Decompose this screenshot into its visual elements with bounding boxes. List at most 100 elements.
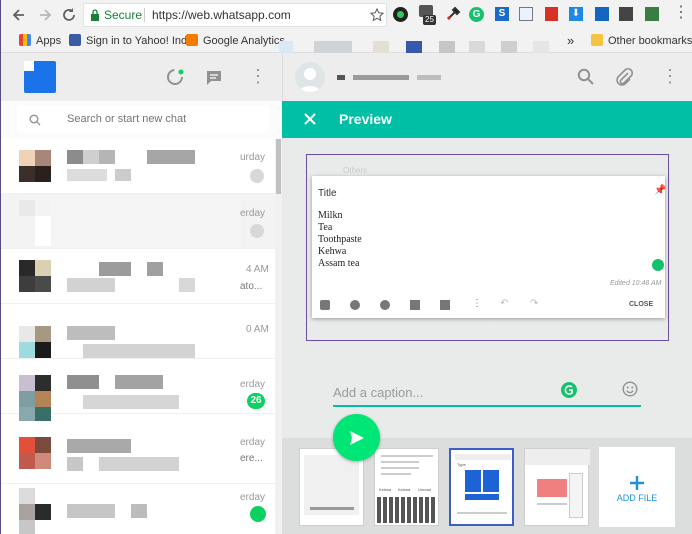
browser-toolbar: Secure https://web.whatsapp.com 25 G S ⬇… <box>1 0 692 31</box>
grammarly-icon[interactable]: G <box>469 7 484 22</box>
left-pane-header: ⋮ <box>1 53 282 101</box>
attachment-thumbnail[interactable]: Type <box>449 448 514 526</box>
bookmarks-bar: Apps Sign in to Yahoo! Ind Google Analyt… <box>1 31 692 53</box>
search-input[interactable] <box>67 110 262 128</box>
new-chat-icon[interactable] <box>205 69 223 92</box>
blurred-contact-name <box>337 75 345 80</box>
search-icon <box>29 113 41 131</box>
emoji-icon[interactable] <box>622 381 638 402</box>
blurred-bookmark <box>373 41 389 53</box>
note-line: Tea <box>318 222 333 233</box>
attachment-thumbnail[interactable]: Kehwa Kehwa Unread <box>374 448 439 526</box>
add-file-button[interactable]: ADD FILE <box>599 447 675 527</box>
eyedropper-icon[interactable] <box>445 6 461 22</box>
chat-list: urday erday 4 AM ato... 0 AM erday 26 er… <box>1 139 275 534</box>
search-area <box>1 101 282 139</box>
list-item[interactable]: urday <box>1 139 275 194</box>
attach-icon[interactable] <box>615 67 634 92</box>
list-item[interactable]: erday <box>1 484 275 534</box>
blurred-bookmark <box>469 41 485 53</box>
add-file-label: ADD FILE <box>616 493 658 503</box>
scrollbar-thumb[interactable] <box>276 139 281 194</box>
undo-icon: ↶ <box>500 298 509 309</box>
grammarly-icon[interactable] <box>561 382 577 398</box>
pin-icon <box>250 224 264 238</box>
list-item[interactable]: 4 AM ato... <box>1 249 275 304</box>
back-arrow-icon[interactable] <box>11 7 27 23</box>
chat-time: 0 AM <box>246 324 269 335</box>
bookmark-yahoo[interactable]: Sign in to Yahoo! Ind <box>69 34 187 47</box>
search-box <box>17 105 269 133</box>
archive-icon <box>440 300 450 310</box>
chat-menu-icon[interactable]: ⋮ <box>661 67 679 85</box>
bookmark-analytics[interactable]: Google Analytics <box>186 34 285 47</box>
address-bar[interactable]: Secure https://web.whatsapp.com <box>83 3 387 27</box>
note-line: Assam tea <box>318 258 360 269</box>
status-icon[interactable] <box>165 67 185 92</box>
extension-dark-icon[interactable] <box>619 7 633 21</box>
scrollbar[interactable] <box>275 139 282 534</box>
chat-preview: ato... <box>240 281 263 292</box>
chrome-menu-icon[interactable]: ⋮ <box>673 5 689 21</box>
list-item[interactable]: erday <box>1 194 275 249</box>
preview-header: Preview <box>282 101 692 138</box>
analytics-icon <box>186 34 198 46</box>
redo-icon: ↷ <box>530 298 539 309</box>
bookmark-apps[interactable]: Apps <box>19 34 61 47</box>
avatar[interactable] <box>24 61 56 93</box>
thumb-label: Kehwa <box>379 487 392 492</box>
more-icon: ⋮ <box>472 298 482 309</box>
grammarly-note-icon <box>652 259 664 271</box>
extension-s-icon[interactable]: S <box>495 7 509 21</box>
collaborator-icon <box>350 300 360 310</box>
close-icon[interactable] <box>303 112 317 131</box>
blurred-bookmark <box>501 41 517 53</box>
chat-time: 4 AM <box>246 264 269 275</box>
url-text: https://web.whatsapp.com <box>152 8 291 22</box>
chat-time: erday <box>240 437 266 448</box>
bookmark-star-icon[interactable] <box>370 8 384 22</box>
contact-avatar[interactable] <box>295 62 325 92</box>
palette-icon <box>380 300 390 310</box>
extension-window-icon[interactable] <box>519 7 533 21</box>
note-line: Kehwa <box>318 246 347 257</box>
extension-blue-icon[interactable] <box>595 7 609 21</box>
attachment-thumbnail[interactable] <box>524 448 590 526</box>
blurred-bookmark <box>533 41 549 53</box>
send-button[interactable] <box>333 414 380 461</box>
download-icon[interactable]: ⬇ <box>569 7 583 21</box>
note-line: Milkn <box>318 210 343 221</box>
blurred-bookmark <box>406 41 422 53</box>
chat-time: erday <box>240 208 266 219</box>
image-preview: Others Title 📌 Milkn Tea Toothpaste Kehw… <box>306 154 669 341</box>
thumb-label: Unread <box>418 487 432 492</box>
extension-icon-1[interactable] <box>393 7 408 22</box>
avatar-corner <box>24 61 34 71</box>
note-edited-time: Edited 10:48 AM <box>610 280 662 287</box>
extension-red-icon[interactable] <box>545 7 558 21</box>
pin-icon <box>250 169 264 183</box>
list-item[interactable]: 0 AM <box>1 304 275 359</box>
menu-icon[interactable]: ⋮ <box>249 67 267 85</box>
note-close-label: CLOSE <box>629 301 654 308</box>
list-item[interactable]: erday ere... <box>1 429 275 484</box>
reload-icon[interactable] <box>61 7 77 23</box>
secure-label: Secure <box>104 8 143 22</box>
online-dot <box>250 506 266 522</box>
list-item[interactable]: erday 26 <box>1 359 275 421</box>
bookmarks-overflow[interactable]: » <box>567 33 574 48</box>
address-separator <box>144 8 145 22</box>
other-bookmarks[interactable]: Other bookmarks <box>591 34 692 47</box>
chat-time: erday <box>240 379 266 390</box>
blurred-bookmark <box>439 41 455 53</box>
caption-input[interactable] <box>333 381 563 403</box>
preview-body: Others Title 📌 Milkn Tea Toothpaste Kehw… <box>282 138 692 438</box>
forward-arrow-icon[interactable] <box>37 7 53 23</box>
extension-green-icon[interactable] <box>645 7 659 21</box>
note-card: Title 📌 Milkn Tea Toothpaste Kehwa Assam… <box>312 176 666 318</box>
conversation-header: ⋮ <box>282 53 692 101</box>
unread-badge: 26 <box>247 393 265 409</box>
note-section-label: Others <box>343 166 368 175</box>
send-icon <box>348 429 366 452</box>
search-messages-icon[interactable] <box>577 68 595 91</box>
